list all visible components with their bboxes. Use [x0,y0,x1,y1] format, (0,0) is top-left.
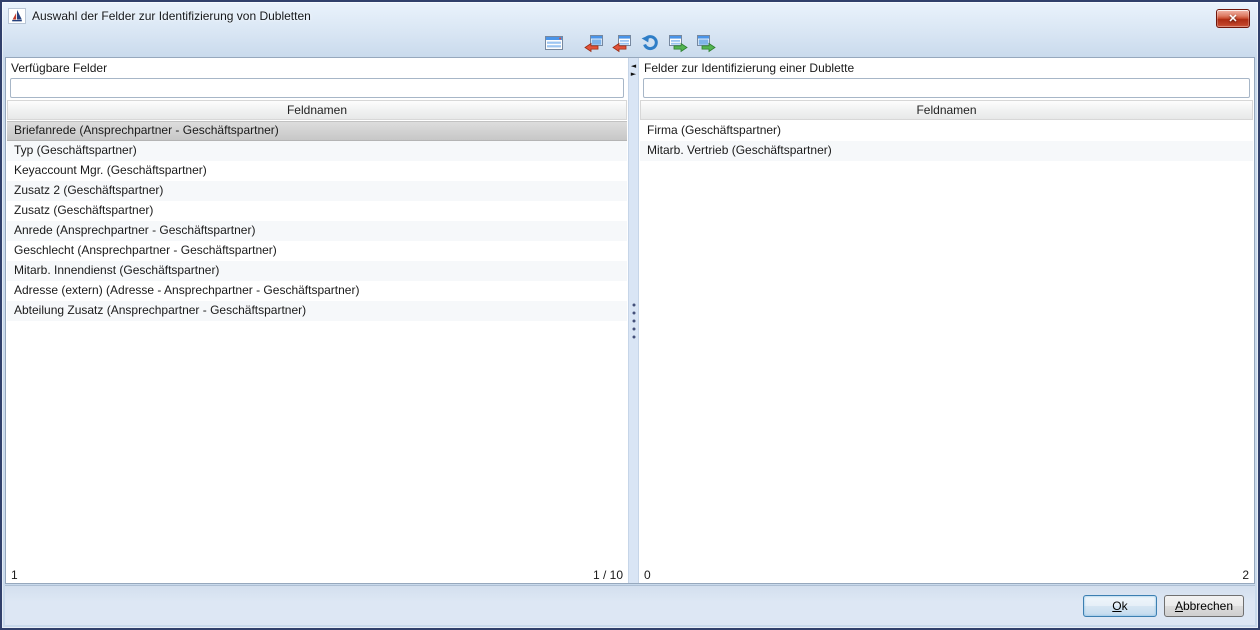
duplicate-fields-filter-input[interactable] [643,78,1250,98]
move-left-button[interactable] [610,31,634,55]
window-title: Auswahl der Felder zur Identifizierung v… [32,9,311,23]
move-right-icon [668,33,688,53]
available-fields-label: Verfügbare Felder [6,58,628,77]
move-right-button[interactable] [666,31,690,55]
row-count-indicator: 2 [1242,568,1249,582]
list-item[interactable]: Adresse (extern) (Adresse - Ansprechpart… [7,281,627,301]
duplicate-fields-panel: Felder zur Identifizierung einer Dublett… [639,58,1254,583]
list-item[interactable]: Mitarb. Vertrieb (Geschäftspartner) [640,141,1253,161]
list-item[interactable]: Briefanrede (Ansprechpartner - Geschäfts… [7,121,627,141]
titlebar: Auswahl der Felder zur Identifizierung v… [2,2,1258,30]
available-fields-list[interactable]: Briefanrede (Ansprechpartner - Geschäfts… [7,121,627,566]
duplicate-fields-label: Felder zur Identifizierung einer Dublett… [639,58,1254,77]
form-fields-button[interactable] [542,31,566,55]
ok-button[interactable]: Ok [1083,595,1157,617]
ok-button-label: Ok [1094,599,1146,613]
sailboat-icon [10,9,24,23]
available-fields-panel: Verfügbare Felder Feldnamen Briefanrede … [6,58,628,583]
splitter-collapse-controls: ◄ ► [629,62,638,78]
cancel-button-label: Abbrechen [1175,599,1233,613]
expand-right-icon[interactable]: ► [629,70,638,78]
selected-count: 1 [11,568,18,582]
selected-count: 0 [644,568,651,582]
dialog-footer: Ok Abbrechen [5,585,1255,625]
duplicate-fields-statusbar: 0 2 [639,566,1254,583]
splitter-grip-icon[interactable] [632,303,635,338]
undo-button[interactable] [638,31,662,55]
move-all-right-icon [696,33,716,53]
move-left-icon [612,33,632,53]
duplicate-fields-column-header[interactable]: Feldnamen [640,100,1253,120]
move-all-left-icon [584,33,604,53]
move-all-right-button[interactable] [694,31,718,55]
panel-splitter[interactable]: ◄ ► [628,58,639,583]
close-button[interactable]: ✕ [1216,9,1250,28]
list-item[interactable]: Zusatz (Geschäftspartner) [7,201,627,221]
available-fields-column-header[interactable]: Feldnamen [7,100,627,120]
list-item[interactable]: Keyaccount Mgr. (Geschäftspartner) [7,161,627,181]
form-fields-icon [544,33,564,53]
toolbar [5,30,1255,56]
content-area: Verfügbare Felder Feldnamen Briefanrede … [5,57,1255,584]
move-all-left-button[interactable] [582,31,606,55]
cancel-button[interactable]: Abbrechen [1164,595,1244,617]
list-item[interactable]: Geschlecht (Ansprechpartner - Geschäftsp… [7,241,627,261]
available-fields-filter-input[interactable] [10,78,624,98]
list-item[interactable]: Zusatz 2 (Geschäftspartner) [7,181,627,201]
close-icon: ✕ [1228,13,1237,25]
app-icon [8,8,26,24]
available-fields-statusbar: 1 1 / 10 [6,566,628,583]
collapse-left-icon[interactable]: ◄ [629,62,638,70]
undo-icon [640,33,660,53]
list-item[interactable]: Abteilung Zusatz (Ansprechpartner - Gesc… [7,301,627,321]
list-item[interactable]: Typ (Geschäftspartner) [7,141,627,161]
row-position-indicator: 1 / 10 [593,568,623,582]
duplicate-fields-list[interactable]: Firma (Geschäftspartner)Mitarb. Vertrieb… [640,121,1253,566]
list-item[interactable]: Anrede (Ansprechpartner - Geschäftspartn… [7,221,627,241]
dialog-window: Auswahl der Felder zur Identifizierung v… [0,0,1260,630]
list-item[interactable]: Firma (Geschäftspartner) [640,121,1253,141]
list-item[interactable]: Mitarb. Innendienst (Geschäftspartner) [7,261,627,281]
